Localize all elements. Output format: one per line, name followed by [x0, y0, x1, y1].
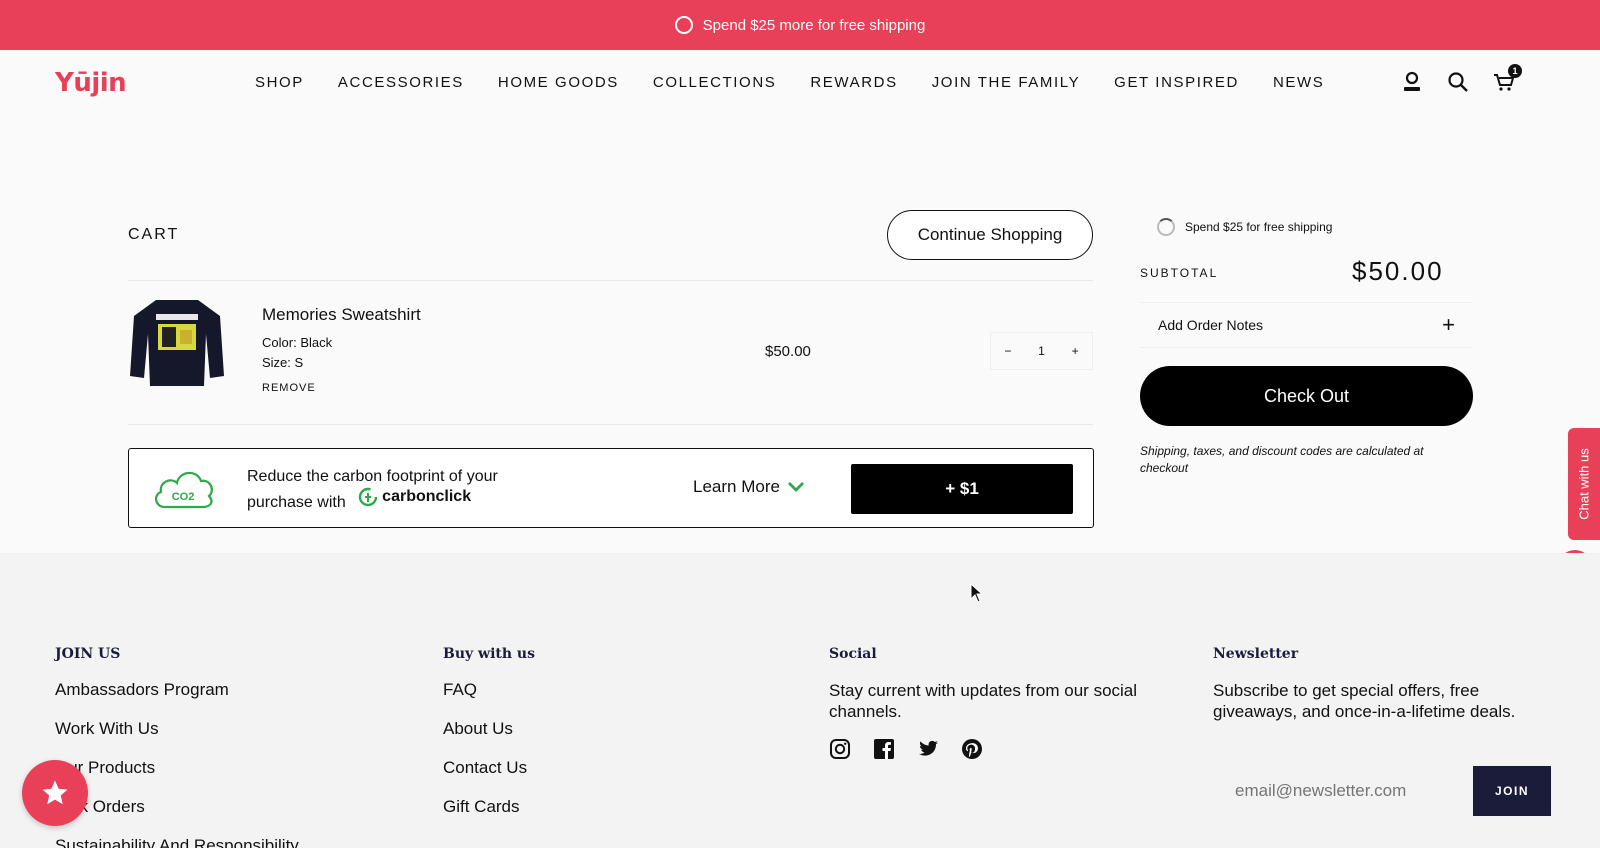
- nav-rewards[interactable]: REWARDS: [810, 74, 897, 91]
- footer-join-column: JOIN US Ambassadors Program Work With Us…: [55, 646, 299, 848]
- product-size: Size: S: [262, 355, 303, 370]
- size-value: S: [294, 355, 304, 370]
- chevron-down-icon: [787, 482, 804, 492]
- nav-join-the-family[interactable]: JOIN THE FAMILY: [932, 74, 1080, 91]
- add-carbon-offset-button[interactable]: + $1: [851, 464, 1073, 514]
- facebook-icon[interactable]: [873, 738, 895, 760]
- product-color: Color: Black: [262, 335, 332, 350]
- footer-newsletter-title: Newsletter: [1213, 646, 1299, 662]
- announcement-bar: Spend $25 more for free shipping: [0, 0, 1600, 50]
- footer-social-text: Stay current with updates from our socia…: [829, 681, 1138, 721]
- product-image[interactable]: [128, 294, 226, 390]
- mouse-cursor-icon: [970, 583, 984, 603]
- announcement-text: Spend $25 more for free shipping: [702, 16, 926, 34]
- nav-accessories[interactable]: ACCESSORIES: [338, 74, 464, 91]
- footer-link[interactable]: FAQ: [443, 680, 535, 701]
- twitter-icon[interactable]: [917, 738, 939, 760]
- shipping-progress: Spend $25 for free shipping: [1157, 218, 1332, 236]
- color-label: Color:: [262, 335, 297, 350]
- progress-ring-icon: [674, 16, 693, 34]
- social-icons: [829, 738, 1159, 760]
- checkout-button[interactable]: Check Out: [1140, 366, 1473, 426]
- star-icon: [42, 780, 68, 805]
- qty-value[interactable]: 1: [1038, 344, 1045, 358]
- footer-join-title: JOIN US: [55, 646, 121, 662]
- size-label: Size:: [262, 355, 291, 370]
- item-price: $50.00: [765, 343, 811, 360]
- carbonclick-brand: carbonclick: [358, 487, 471, 507]
- qty-increase-button[interactable]: +: [1072, 344, 1079, 358]
- nav-news[interactable]: NEWS: [1273, 74, 1324, 91]
- subtotal-value: $50.00: [1352, 256, 1444, 286]
- rewards-star-button[interactable]: [22, 760, 88, 826]
- product-name[interactable]: Memories Sweatshirt: [262, 305, 421, 325]
- footer-link[interactable]: Our Products: [55, 758, 299, 779]
- footer-link[interactable]: Gift Cards: [443, 797, 535, 818]
- site-header: Yūjin SHOP ACCESSORIES HOME GOODS COLLEC…: [0, 50, 1600, 118]
- shipping-progress-text: Spend $25 for free shipping: [1185, 220, 1333, 234]
- carbon-offset-widget: CO2 Reduce the carbon footprint of your …: [128, 448, 1094, 528]
- footer-social-title: Social: [829, 646, 877, 662]
- subtotal-label: SUBTOTAL: [1140, 266, 1219, 280]
- learn-more-link[interactable]: Learn More: [693, 477, 804, 497]
- header-icons: 1: [1400, 64, 1522, 94]
- search-icon[interactable]: [1446, 70, 1470, 94]
- footer-buy-column: Buy with us FAQ About Us Contact Us Gift…: [443, 646, 535, 836]
- footer-newsletter-column: Newsletter Subscribe to get special offe…: [1213, 646, 1543, 722]
- add-order-notes[interactable]: Add Order Notes +: [1140, 302, 1473, 348]
- progress-ring-icon: [1157, 218, 1175, 236]
- cart-icon[interactable]: 1: [1492, 64, 1522, 94]
- newsletter-email-input[interactable]: [1213, 766, 1473, 816]
- carbon-line2: purchase with carbonclick: [247, 487, 498, 513]
- footer-link[interactable]: Work With Us: [55, 719, 299, 740]
- footer-link[interactable]: Bulk Orders: [55, 797, 299, 818]
- carbon-line2-text: purchase with: [247, 494, 346, 511]
- divider: [128, 280, 1093, 281]
- quantity-stepper: − 1 +: [990, 332, 1093, 370]
- remove-link[interactable]: REMOVE: [262, 382, 316, 394]
- site-logo[interactable]: Yūjin: [55, 68, 127, 98]
- plus-icon: +: [1442, 312, 1455, 337]
- site-footer: JOIN US Ambassadors Program Work With Us…: [0, 553, 1600, 848]
- color-value: Black: [300, 335, 333, 350]
- nav-shop[interactable]: SHOP: [255, 74, 304, 91]
- main-nav: SHOP ACCESSORIES HOME GOODS COLLECTIONS …: [255, 74, 1358, 91]
- order-notes-label: Add Order Notes: [1158, 317, 1264, 333]
- newsletter-form: JOIN: [1213, 766, 1551, 816]
- qty-decrease-button[interactable]: −: [1004, 344, 1011, 358]
- continue-shopping-button[interactable]: Continue Shopping: [887, 210, 1093, 260]
- carbon-line1: Reduce the carbon footprint of your: [247, 468, 498, 485]
- footer-social-column: Social Stay current with updates from ou…: [829, 646, 1159, 760]
- co2-cloud-icon: CO2: [151, 465, 215, 516]
- footer-link[interactable]: Contact Us: [443, 758, 535, 779]
- chat-tab[interactable]: Chat with us: [1568, 428, 1600, 540]
- account-icon[interactable]: [1400, 70, 1424, 94]
- nav-get-inspired[interactable]: GET INSPIRED: [1114, 74, 1239, 91]
- checkout-note: Shipping, taxes, and discount codes are …: [1140, 444, 1424, 475]
- footer-link[interactable]: Ambassadors Program: [55, 680, 299, 701]
- footer-buy-title: Buy with us: [443, 646, 535, 662]
- instagram-icon[interactable]: [829, 738, 851, 760]
- nav-home-goods[interactable]: HOME GOODS: [498, 74, 619, 91]
- footer-link[interactable]: Sustainability And Responsibility: [55, 836, 299, 848]
- nav-collections[interactable]: COLLECTIONS: [653, 74, 776, 91]
- divider: [128, 424, 1093, 425]
- cart-title: CART: [128, 226, 180, 243]
- newsletter-join-button[interactable]: JOIN: [1473, 766, 1551, 816]
- chat-tab-label: Chat with us: [1576, 448, 1592, 520]
- pinterest-icon[interactable]: [961, 738, 983, 760]
- carbon-text: Reduce the carbon footprint of your purc…: [247, 467, 498, 513]
- footer-newsletter-text: Subscribe to get special offers, free gi…: [1213, 681, 1516, 721]
- carbonclick-logo-icon: [358, 487, 378, 507]
- co2-label: CO2: [172, 491, 195, 503]
- learn-more-text: Learn More: [693, 477, 780, 496]
- carbonclick-text: carbonclick: [382, 488, 472, 505]
- footer-link[interactable]: About Us: [443, 719, 535, 740]
- cart-count-badge: 1: [1508, 64, 1522, 78]
